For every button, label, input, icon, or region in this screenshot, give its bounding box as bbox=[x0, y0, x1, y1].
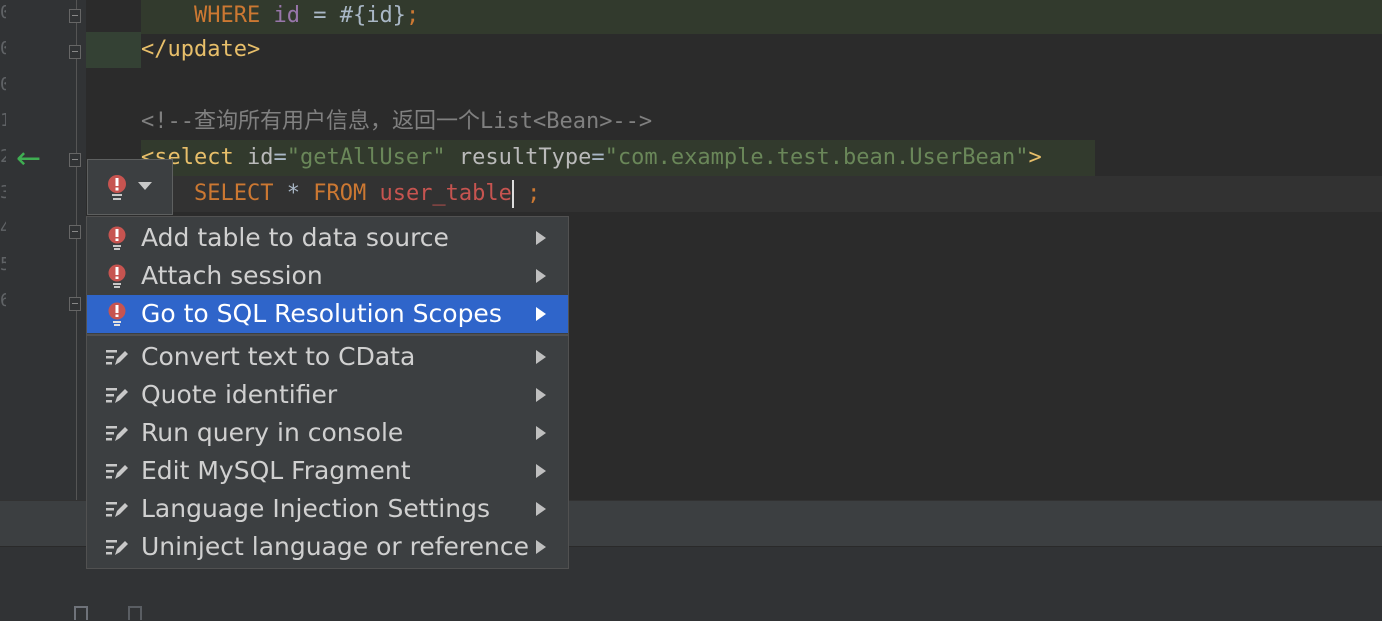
fold-marker-icon[interactable] bbox=[69, 153, 81, 167]
chevron-right-icon bbox=[536, 540, 546, 554]
bulb-error-icon bbox=[108, 264, 126, 288]
menu-item-add-table[interactable]: Add table to data source bbox=[87, 219, 568, 257]
menu-item-convert-cdata[interactable]: Convert text to CData bbox=[87, 338, 568, 376]
line-number: 4 bbox=[0, 218, 6, 239]
chevron-right-icon bbox=[536, 269, 546, 283]
line-number: 0 bbox=[0, 74, 6, 95]
intention-bulb-button[interactable] bbox=[87, 159, 173, 215]
fold-marker-icon[interactable] bbox=[69, 9, 81, 23]
navigate-back-arrow-icon[interactable]: ← bbox=[16, 142, 50, 176]
settings-icon[interactable] bbox=[128, 606, 142, 620]
line-number: 0 bbox=[0, 38, 6, 59]
code-line-current: SELECT * FROM user_table ; bbox=[141, 176, 1382, 212]
intention-icon bbox=[106, 502, 128, 517]
line-number: 2 bbox=[0, 146, 6, 167]
menu-item-quote-identifier[interactable]: Quote identifier bbox=[87, 376, 568, 414]
fold-marker-icon[interactable] bbox=[69, 45, 81, 59]
intention-icon bbox=[106, 426, 128, 441]
bulb-error-icon bbox=[108, 226, 126, 250]
chevron-right-icon bbox=[536, 464, 546, 478]
chevron-right-icon bbox=[536, 388, 546, 402]
intention-icon bbox=[106, 350, 128, 365]
chevron-right-icon bbox=[536, 502, 546, 516]
line-number: 3 bbox=[0, 182, 6, 203]
menu-item-attach-session[interactable]: Attach session bbox=[87, 257, 568, 295]
line-number: 1 bbox=[0, 110, 6, 131]
chevron-right-icon bbox=[536, 307, 546, 321]
menu-separator bbox=[87, 334, 568, 336]
menu-item-run-query-console[interactable]: Run query in console bbox=[87, 414, 568, 452]
intention-icon bbox=[106, 388, 128, 403]
code-line: <select id="getAllUser" resultType="com.… bbox=[141, 140, 1095, 176]
layout-icon[interactable] bbox=[74, 606, 88, 620]
chevron-right-icon bbox=[536, 426, 546, 440]
tag-highlight bbox=[86, 32, 141, 68]
menu-item-edit-mysql-fragment[interactable]: Edit MySQL Fragment bbox=[87, 452, 568, 490]
intention-icon bbox=[106, 540, 128, 555]
code-line: <!--查询所有用户信息，返回一个List<Bean>--> bbox=[141, 109, 653, 134]
fold-marker-icon[interactable] bbox=[69, 297, 81, 311]
intention-icon bbox=[106, 464, 128, 479]
fold-marker-icon[interactable] bbox=[69, 225, 81, 239]
code-line: </update> bbox=[141, 37, 261, 62]
editor-gutter: 0 0 0 1 2 3 4 5 6 ← bbox=[0, 0, 86, 500]
line-number: 6 bbox=[0, 290, 6, 311]
line-number: 5 bbox=[0, 254, 6, 275]
bulb-error-icon bbox=[108, 302, 126, 326]
menu-item-language-injection-settings[interactable]: Language Injection Settings bbox=[87, 490, 568, 528]
line-number: 0 bbox=[0, 2, 6, 23]
intention-actions-popup: Add table to data source Attach session … bbox=[86, 216, 569, 569]
menu-item-uninject-language[interactable]: Uninject language or reference bbox=[87, 528, 568, 566]
chevron-down-icon bbox=[138, 182, 152, 190]
chevron-right-icon bbox=[536, 350, 546, 364]
menu-item-sql-resolution-scopes[interactable]: Go to SQL Resolution Scopes bbox=[87, 295, 568, 333]
code-line: WHERE id = #{id}; bbox=[141, 0, 1382, 34]
chevron-right-icon bbox=[536, 231, 546, 245]
bulb-error-icon bbox=[108, 175, 126, 200]
fold-guide-line bbox=[76, 0, 77, 500]
